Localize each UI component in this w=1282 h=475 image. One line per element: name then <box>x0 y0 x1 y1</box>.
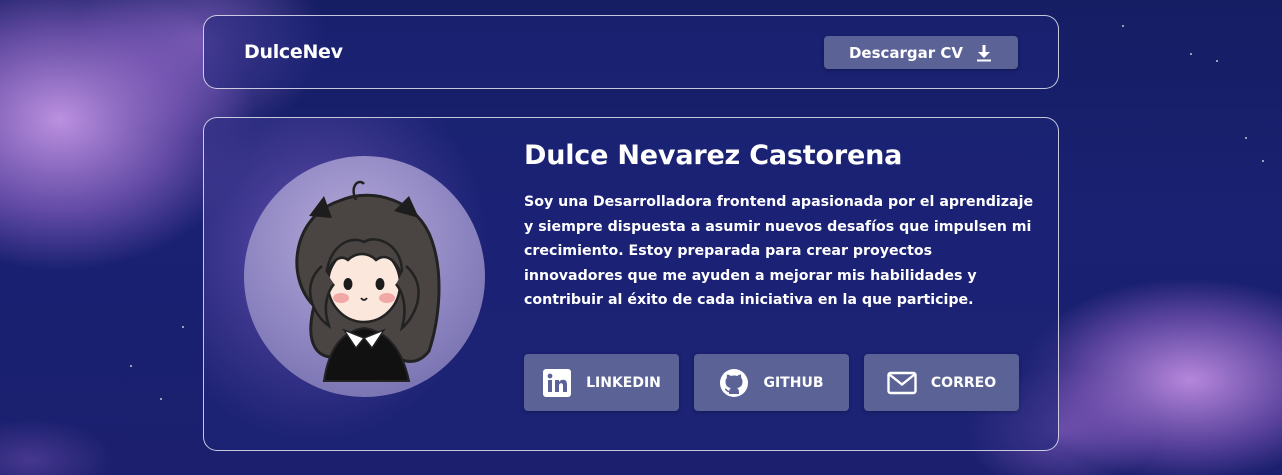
profile-bio: Soy una Desarrolladora frontend apasiona… <box>524 194 1034 309</box>
background-star <box>130 365 132 367</box>
download-cv-label: Descargar CV <box>848 43 964 62</box>
avatar <box>244 156 485 397</box>
background-star <box>1190 53 1192 55</box>
mail-button[interactable]: CORREO <box>864 354 1019 411</box>
avatar-illustration <box>295 180 441 382</box>
github-button[interactable]: GITHUB <box>694 354 849 411</box>
background-star <box>1122 25 1124 27</box>
profile-card: Dulce Nevarez Castorena Soy una Desarrol… <box>203 117 1059 451</box>
mail-label: CORREO <box>930 374 997 391</box>
background-star <box>1245 137 1247 139</box>
top-navbar: DulceNev Descargar CV <box>203 15 1059 89</box>
github-icon <box>720 368 749 397</box>
linkedin-icon <box>543 368 572 397</box>
background-star <box>160 398 162 400</box>
download-icon <box>977 44 992 61</box>
linkedin-button[interactable]: LINKEDIN <box>524 354 679 411</box>
github-label: GITHUB <box>763 374 824 391</box>
background-star <box>1262 160 1264 162</box>
profile-name: Dulce Nevarez Castorena <box>524 140 903 171</box>
background-star <box>1216 60 1218 62</box>
brand-logo-text[interactable]: DulceNev <box>244 41 343 63</box>
mail-icon <box>887 371 917 394</box>
download-cv-button[interactable]: Descargar CV <box>824 36 1018 69</box>
linkedin-label: LINKEDIN <box>586 374 661 391</box>
background-star <box>182 326 184 328</box>
